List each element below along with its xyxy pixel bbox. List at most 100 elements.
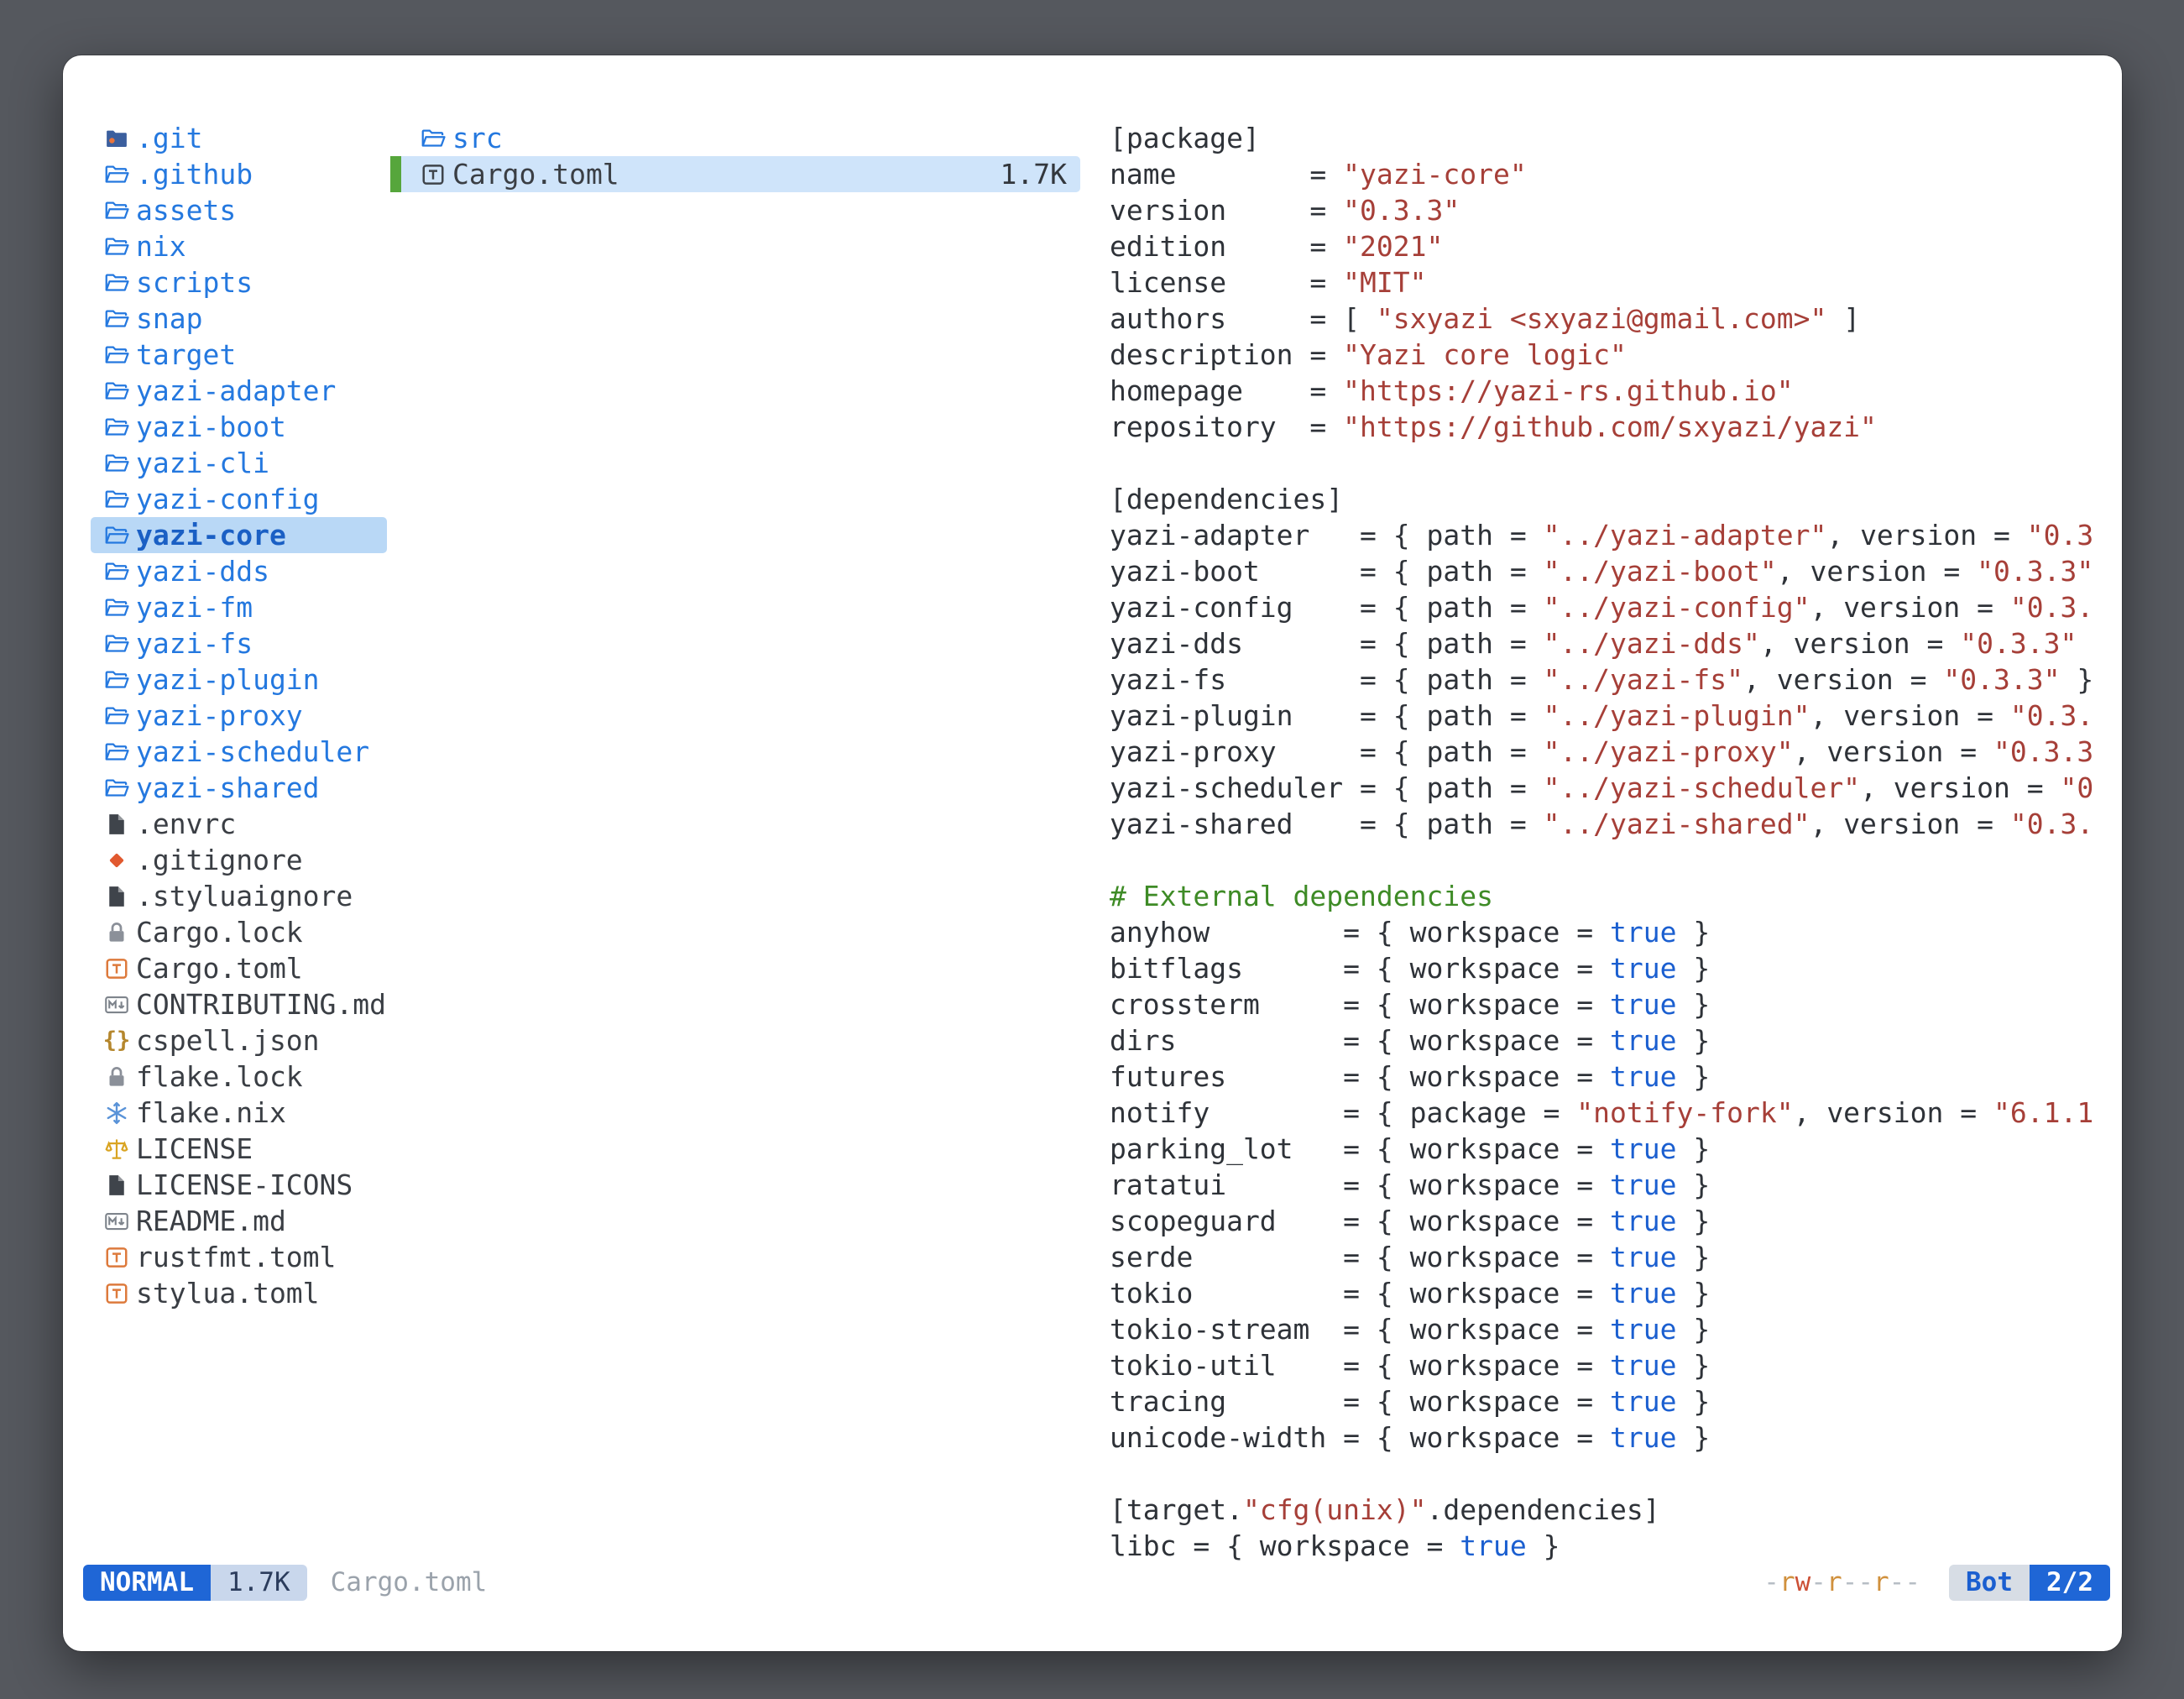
- file-counter-badge: 2/2: [2030, 1565, 2110, 1601]
- preview-line: tracing = { workspace = true }: [1110, 1383, 2104, 1419]
- parent-dir-item-yazi-adapter[interactable]: yazi-adapter: [91, 373, 387, 409]
- item-label: yazi-scheduler: [136, 734, 369, 770]
- parent-dir-item-yazi-config[interactable]: yazi-config: [91, 481, 387, 517]
- parent-dir-item-yazi-shared[interactable]: yazi-shared: [91, 770, 387, 806]
- preview-line: ratatui = { workspace = true }: [1110, 1167, 2104, 1203]
- parent-dir-item-scripts[interactable]: scripts: [91, 264, 387, 301]
- preview-line: dirs = { workspace = true }: [1110, 1022, 2104, 1059]
- yazi-window: .git.githubassetsnixscriptssnaptargetyaz…: [63, 55, 2122, 1651]
- preview-line: bitflags = { workspace = true }: [1110, 950, 2104, 986]
- parent-file-item-CONTRIBUTING.md[interactable]: CONTRIBUTING.md: [91, 986, 387, 1022]
- parent-dir-item-yazi-proxy[interactable]: yazi-proxy: [91, 698, 387, 734]
- item-label: yazi-fs: [136, 625, 253, 661]
- folder-icon: [104, 270, 129, 295]
- current-file-item-Cargo.toml[interactable]: Cargo.toml1.7K: [390, 156, 1080, 192]
- folder-icon: [104, 415, 129, 440]
- parent-dir-item-yazi-fs[interactable]: yazi-fs: [91, 625, 387, 661]
- preview-line: description = "Yazi core logic": [1110, 337, 2104, 373]
- item-label: src: [452, 120, 503, 156]
- file-icon: [104, 884, 129, 909]
- preview-line: repository = "https://github.com/sxyazi/…: [1110, 409, 2104, 445]
- item-label: Cargo.toml: [452, 156, 619, 192]
- preview-line: yazi-boot = { path = "../yazi-boot", ver…: [1110, 553, 2104, 589]
- parent-dir-item-snap[interactable]: snap: [91, 301, 387, 337]
- folder-icon: [104, 198, 129, 223]
- preview-line: yazi-dds = { path = "../yazi-dds", versi…: [1110, 625, 2104, 661]
- parent-file-item-flake.nix[interactable]: flake.nix: [91, 1095, 387, 1131]
- parent-file-item-rustfmt.toml[interactable]: rustfmt.toml: [91, 1239, 387, 1275]
- preview-line: [target."cfg(unix)".dependencies]: [1110, 1492, 2104, 1528]
- preview-line: parking_lot = { workspace = true }: [1110, 1131, 2104, 1167]
- parent-dir-item-.github[interactable]: .github: [91, 156, 387, 192]
- preview-line: notify = { package = "notify-fork", vers…: [1110, 1095, 2104, 1131]
- preview-line: serde = { workspace = true }: [1110, 1239, 2104, 1275]
- preview-line: scopeguard = { workspace = true }: [1110, 1203, 2104, 1239]
- preview-line: tokio = { workspace = true }: [1110, 1275, 2104, 1311]
- item-label: scripts: [136, 264, 253, 301]
- parent-file-item-.styluaignore[interactable]: .styluaignore: [91, 878, 387, 914]
- parent-dir-item-yazi-core[interactable]: yazi-core: [91, 517, 387, 553]
- folder-icon: [104, 451, 129, 476]
- folder-icon: [104, 379, 129, 404]
- item-label: yazi-config: [136, 481, 320, 517]
- preview-pane: [package]name = "yazi-core"version = "0.…: [1110, 120, 2104, 1564]
- parent-file-item-stylua.toml[interactable]: stylua.toml: [91, 1275, 387, 1311]
- file-permissions: -rw-r--r--: [1763, 1565, 1920, 1601]
- preview-line: futures = { workspace = true }: [1110, 1059, 2104, 1095]
- item-label: yazi-plugin: [136, 661, 320, 698]
- folder-icon: [104, 342, 129, 368]
- parent-file-item-Cargo.toml[interactable]: Cargo.toml: [91, 950, 387, 986]
- parent-dir-item-yazi-plugin[interactable]: yazi-plugin: [91, 661, 387, 698]
- preview-line: [package]: [1110, 120, 2104, 156]
- parent-file-item-.envrc[interactable]: .envrc: [91, 806, 387, 842]
- mode-indicator: NORMAL: [83, 1565, 211, 1601]
- parent-dir-item-yazi-fm[interactable]: yazi-fm: [91, 589, 387, 625]
- git-folder-icon: [104, 126, 129, 151]
- parent-dir-item-yazi-cli[interactable]: yazi-cli: [91, 445, 387, 481]
- license-icon: [104, 1137, 129, 1162]
- item-label: .git: [136, 120, 202, 156]
- toml-icon: [104, 956, 129, 981]
- parent-file-item-Cargo.lock[interactable]: Cargo.lock: [91, 914, 387, 950]
- parent-dir-item-yazi-dds[interactable]: yazi-dds: [91, 553, 387, 589]
- parent-file-item-cspell.json[interactable]: {}cspell.json: [91, 1022, 387, 1059]
- status-filename: Cargo.toml: [331, 1565, 488, 1601]
- parent-file-item-LICENSE-ICONS[interactable]: LICENSE-ICONS: [91, 1167, 387, 1203]
- item-label: yazi-core: [136, 517, 286, 553]
- parent-dir-item-yazi-scheduler[interactable]: yazi-scheduler: [91, 734, 387, 770]
- folder-icon: [104, 776, 129, 801]
- parent-file-item-LICENSE[interactable]: LICENSE: [91, 1131, 387, 1167]
- item-label: target: [136, 337, 236, 373]
- parent-dir-item-assets[interactable]: assets: [91, 192, 387, 228]
- preview-line: tokio-stream = { workspace = true }: [1110, 1311, 2104, 1347]
- parent-file-item-.gitignore[interactable]: .gitignore: [91, 842, 387, 878]
- folder-icon: [104, 595, 129, 620]
- folder-icon: [104, 162, 129, 187]
- parent-dir-item-.git[interactable]: .git: [91, 120, 387, 156]
- markdown-icon: [104, 1209, 129, 1234]
- folder-icon: [104, 306, 129, 332]
- item-label: rustfmt.toml: [136, 1239, 336, 1275]
- preview-line: unicode-width = { workspace = true }: [1110, 1419, 2104, 1456]
- braces-icon: {}: [104, 1028, 129, 1053]
- parent-file-item-flake.lock[interactable]: flake.lock: [91, 1059, 387, 1095]
- item-label: Cargo.toml: [136, 950, 303, 986]
- preview-line: # External dependencies: [1110, 878, 2104, 914]
- item-label: assets: [136, 192, 236, 228]
- status-bar: NORMAL 1.7K Cargo.toml -rw-r--r-- Bot 2/…: [63, 1565, 2122, 1601]
- item-label: yazi-proxy: [136, 698, 303, 734]
- cursor-marker: [390, 156, 401, 192]
- lock-icon: [104, 920, 129, 945]
- parent-pane: .git.githubassetsnixscriptssnaptargetyaz…: [91, 120, 387, 1311]
- parent-file-item-README.md[interactable]: README.md: [91, 1203, 387, 1239]
- file-icon: [104, 1173, 129, 1198]
- current-pane: srcCargo.toml1.7K: [390, 120, 1080, 192]
- parent-dir-item-nix[interactable]: nix: [91, 228, 387, 264]
- preview-line: license = "MIT": [1110, 264, 2104, 301]
- preview-line: yazi-adapter = { path = "../yazi-adapter…: [1110, 517, 2104, 553]
- current-dir-item-src[interactable]: src: [390, 120, 1080, 156]
- parent-dir-item-yazi-boot[interactable]: yazi-boot: [91, 409, 387, 445]
- parent-dir-item-target[interactable]: target: [91, 337, 387, 373]
- preview-line: crossterm = { workspace = true }: [1110, 986, 2104, 1022]
- preview-line: yazi-fs = { path = "../yazi-fs", version…: [1110, 661, 2104, 698]
